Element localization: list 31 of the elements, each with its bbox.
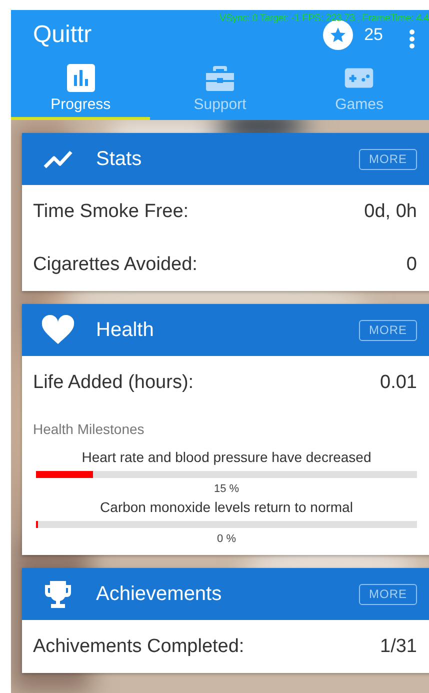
stat-value: 0d, 0h: [364, 200, 417, 222]
more-menu-icon[interactable]: [409, 29, 415, 49]
card-title: Health: [96, 318, 155, 342]
tab[interactable]: Progress: [11, 60, 150, 120]
trend-line-icon: [43, 148, 73, 170]
app-title: Quittr: [33, 21, 93, 49]
more-button[interactable]: MORE: [359, 148, 417, 170]
heart-icon: [41, 315, 75, 345]
stat-label: Cigarettes Avoided:: [33, 254, 198, 276]
stat-value: 1/31: [380, 636, 417, 658]
stat-label: Achivements Completed:: [33, 636, 244, 658]
section-heading: Health Milestones: [32, 420, 146, 439]
stat-label: Life Added (hours):: [33, 372, 194, 394]
tab[interactable]: Support: [150, 60, 290, 120]
milestone-name: Carbon monoxide levels return to normal: [100, 499, 353, 515]
stat-value: 0: [406, 254, 417, 276]
card-title: Stats: [96, 148, 143, 170]
more-button[interactable]: MORE: [359, 584, 417, 604]
debug-overlay-text: VSync: 0 Target: -1 FPS: 223.73 , FrameTime: 4.4: [219, 13, 429, 24]
progress-percent: 15 %: [214, 483, 240, 495]
stat-label: Time Smoke Free:: [33, 200, 189, 222]
milestone-name: Heart rate and blood pressure have decreased: [82, 449, 372, 465]
card-title: Achievements: [96, 582, 223, 606]
tab[interactable]: Games: [290, 60, 429, 120]
stat-value: 0.01: [380, 372, 417, 394]
more-button[interactable]: MORE: [359, 320, 417, 340]
trophy-icon: [43, 579, 73, 609]
points-count: 25: [364, 25, 383, 45]
bar-chart-icon: [66, 62, 96, 92]
progress-percent: 0 %: [217, 533, 236, 545]
star-badge-icon[interactable]: [323, 20, 354, 50]
